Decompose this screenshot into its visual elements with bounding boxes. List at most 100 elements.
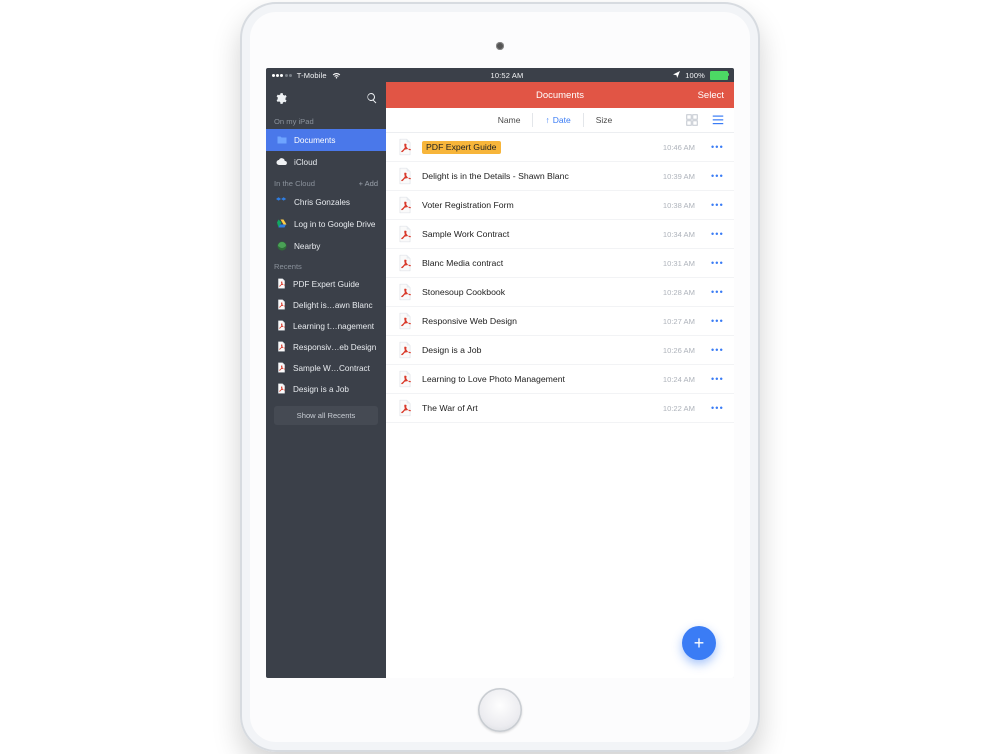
more-button[interactable]: ••• [703,374,724,384]
file-row[interactable]: The War of Art10:22 AM••• [386,394,734,423]
sidebar-item-documents[interactable]: Documents [266,129,386,151]
list-view-button[interactable] [712,114,724,126]
more-button[interactable]: ••• [703,403,724,413]
file-name: Design is a Job [422,345,647,355]
more-button[interactable]: ••• [703,345,724,355]
recent-item-label: Responsiv…eb Design [293,343,376,352]
sidebar-item-label: Nearby [294,242,320,251]
ipad-device-frame: T-Mobile 10:52 AM 100% [240,2,760,752]
file-time: 10:39 AM [655,172,695,181]
file-name: Learning to Love Photo Management [422,374,647,384]
sort-name[interactable]: Name [486,113,534,127]
recent-item[interactable]: PDF Expert Guide [266,274,386,295]
file-name: Voter Registration Form [422,200,647,210]
pdf-icon [396,399,414,417]
sidebar-item-icloud[interactable]: iCloud [266,151,386,173]
file-name: The War of Art [422,403,647,413]
main-pane: Documents Select Name ↑Date Size [386,82,734,678]
add-button[interactable]: + [682,626,716,660]
plus-icon: + [694,633,705,654]
file-time: 10:24 AM [655,375,695,384]
search-button[interactable] [366,92,378,104]
more-button[interactable]: ••• [703,200,724,210]
recent-item[interactable]: Delight is…awn Blanc [266,295,386,316]
page-title: Documents [386,90,734,101]
nearby-icon [276,240,288,252]
sidebar-section-recents: Recents [266,257,386,274]
cloud-icon [276,156,288,168]
grid-icon [686,114,698,126]
gear-icon [274,92,287,105]
home-button[interactable] [478,688,522,732]
sort-size[interactable]: Size [584,113,625,127]
more-button[interactable]: ••• [703,171,724,181]
sidebar-item-chris-gonzales[interactable]: Chris Gonzales [266,191,386,213]
file-time: 10:28 AM [655,288,695,297]
recent-item[interactable]: Design is a Job [266,379,386,400]
pdf-icon [396,225,414,243]
recent-item[interactable]: Sample W…Contract [266,358,386,379]
pdf-icon [396,167,414,185]
more-button[interactable]: ••• [703,229,724,239]
file-row[interactable]: Stonesoup Cookbook10:28 AM••• [386,278,734,307]
main-header: Documents Select [386,82,734,108]
more-button[interactable]: ••• [703,316,724,326]
select-button[interactable]: Select [698,90,724,101]
file-row[interactable]: Design is a Job10:26 AM••• [386,336,734,365]
file-name: Blanc Media contract [422,258,647,268]
sidebar-item-log-in-to-google-drive[interactable]: Log in to Google Drive [266,213,386,235]
sidebar-item-label: Chris Gonzales [294,198,350,207]
file-time: 10:38 AM [655,201,695,210]
file-row[interactable]: Responsive Web Design10:27 AM••• [386,307,734,336]
signal-dots-icon [272,74,292,77]
sidebar-item-label: Documents [294,136,335,145]
pdf-icon [276,362,287,375]
more-button[interactable]: ••• [703,142,724,152]
pdf-icon [396,254,414,272]
file-name: Delight is in the Details - Shawn Blanc [422,171,647,181]
file-row[interactable]: Blanc Media contract10:31 AM••• [386,249,734,278]
dropbox-icon [276,196,288,208]
sidebar-item-label: Log in to Google Drive [294,220,375,229]
statusbar: T-Mobile 10:52 AM 100% [266,68,734,82]
more-button[interactable]: ••• [703,287,724,297]
sidebar-item-nearby[interactable]: Nearby [266,235,386,257]
file-time: 10:27 AM [655,317,695,326]
file-time: 10:46 AM [655,143,695,152]
pdf-icon [396,138,414,156]
statusbar-time: 10:52 AM [491,71,524,80]
add-cloud-button[interactable]: + Add [359,179,378,188]
file-row[interactable]: Delight is in the Details - Shawn Blanc 1… [386,162,734,191]
device-screen: T-Mobile 10:52 AM 100% [266,68,734,678]
sidebar: On my iPad DocumentsiCloud In the Cloud … [266,82,386,678]
recent-item-label: Learning t…nagement [293,322,374,331]
carrier-label: T-Mobile [297,71,327,80]
pdf-icon [276,320,287,333]
file-row[interactable]: PDF Expert Guide10:46 AM••• [386,133,734,162]
more-button[interactable]: ••• [703,258,724,268]
pdf-icon [276,278,287,291]
battery-icon [710,71,728,80]
pdf-icon [276,383,287,396]
recent-item[interactable]: Responsiv…eb Design [266,337,386,358]
recent-item-label: PDF Expert Guide [293,280,359,289]
recent-item-label: Delight is…awn Blanc [293,301,373,310]
recent-item-label: Design is a Job [293,385,349,394]
device-camera [496,42,504,50]
sidebar-item-label: iCloud [294,158,317,167]
recent-item[interactable]: Learning t…nagement [266,316,386,337]
pdf-icon [396,283,414,301]
pdf-icon [396,341,414,359]
pdf-icon [276,341,287,354]
sort-date[interactable]: ↑Date [533,113,583,127]
settings-button[interactable] [274,92,287,105]
pdf-icon [276,299,287,312]
grid-view-button[interactable] [686,114,698,126]
sidebar-section-in-the-cloud: In the Cloud [274,179,315,188]
file-row[interactable]: Sample Work Contract10:34 AM••• [386,220,734,249]
list-icon [712,114,724,126]
show-all-recents-button[interactable]: Show all Recents [274,406,378,425]
file-row[interactable]: Voter Registration Form 10:38 AM ••• [386,191,734,220]
file-row[interactable]: Learning to Love Photo Management 10:24 A… [386,365,734,394]
sort-bar: Name ↑Date Size [386,108,734,133]
